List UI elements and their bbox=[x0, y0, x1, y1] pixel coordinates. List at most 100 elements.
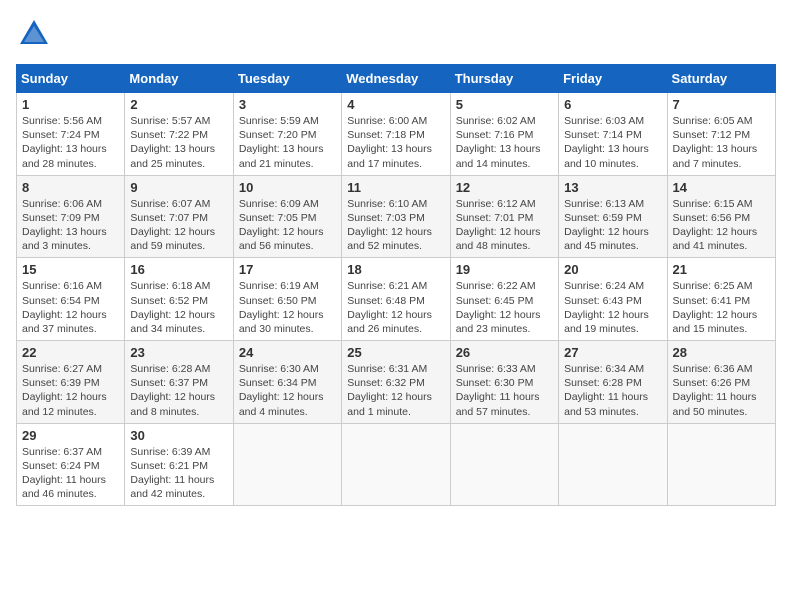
day-cell: 25 Sunrise: 6:31 AM Sunset: 6:32 PM Dayli… bbox=[342, 341, 450, 424]
day-cell: 18 Sunrise: 6:21 AM Sunset: 6:48 PM Dayli… bbox=[342, 258, 450, 341]
day-cell: 27Sunrise: 6:34 AM Sunset: 6:28 PM Dayli… bbox=[559, 341, 667, 424]
day-info: Sunrise: 6:31 AM Sunset: 6:32 PM Dayligh… bbox=[347, 362, 444, 419]
day-number: 20 bbox=[564, 262, 661, 277]
day-cell: 14Sunrise: 6:15 AM Sunset: 6:56 PM Dayli… bbox=[667, 175, 775, 258]
header-day-wednesday: Wednesday bbox=[342, 65, 450, 93]
day-cell: 2 Sunrise: 5:57 AM Sunset: 7:22 PM Daylig… bbox=[125, 93, 233, 176]
day-cell bbox=[450, 423, 558, 506]
day-cell: 21 Sunrise: 6:25 AM Sunset: 6:41 PM Dayli… bbox=[667, 258, 775, 341]
day-number: 24 bbox=[239, 345, 336, 360]
day-number: 18 bbox=[347, 262, 444, 277]
day-number: 10 bbox=[239, 180, 336, 195]
day-cell bbox=[559, 423, 667, 506]
week-row-5: 29 Sunrise: 6:37 AM Sunset: 6:24 PM Dayli… bbox=[17, 423, 776, 506]
day-number: 14 bbox=[673, 180, 770, 195]
day-number: 8 bbox=[22, 180, 119, 195]
day-cell: 15Sunrise: 6:16 AM Sunset: 6:54 PM Dayli… bbox=[17, 258, 125, 341]
day-info: Sunrise: 6:19 AM Sunset: 6:50 PM Dayligh… bbox=[239, 279, 336, 336]
day-cell: 9 Sunrise: 6:07 AM Sunset: 7:07 PM Daylig… bbox=[125, 175, 233, 258]
header-row: SundayMondayTuesdayWednesdayThursdayFrid… bbox=[17, 65, 776, 93]
day-info: Sunrise: 6:06 AM Sunset: 7:09 PM Dayligh… bbox=[22, 197, 119, 254]
day-number: 11 bbox=[347, 180, 444, 195]
day-number: 12 bbox=[456, 180, 553, 195]
day-number: 17 bbox=[239, 262, 336, 277]
day-info: Sunrise: 6:37 AM Sunset: 6:24 PM Dayligh… bbox=[22, 445, 119, 502]
day-info: Sunrise: 6:33 AM Sunset: 6:30 PM Dayligh… bbox=[456, 362, 553, 419]
logo bbox=[16, 16, 56, 52]
day-cell: 29 Sunrise: 6:37 AM Sunset: 6:24 PM Dayli… bbox=[17, 423, 125, 506]
header-day-thursday: Thursday bbox=[450, 65, 558, 93]
day-info: Sunrise: 6:10 AM Sunset: 7:03 PM Dayligh… bbox=[347, 197, 444, 254]
day-cell: 19 Sunrise: 6:22 AM Sunset: 6:45 PM Dayli… bbox=[450, 258, 558, 341]
logo-icon bbox=[16, 16, 52, 52]
day-info: Sunrise: 6:13 AM Sunset: 6:59 PM Dayligh… bbox=[564, 197, 661, 254]
day-number: 16 bbox=[130, 262, 227, 277]
day-cell: 12Sunrise: 6:12 AM Sunset: 7:01 PM Dayli… bbox=[450, 175, 558, 258]
day-number: 26 bbox=[456, 345, 553, 360]
day-cell: 22Sunrise: 6:27 AM Sunset: 6:39 PM Dayli… bbox=[17, 341, 125, 424]
day-number: 29 bbox=[22, 428, 119, 443]
day-cell: 26 Sunrise: 6:33 AM Sunset: 6:30 PM Dayli… bbox=[450, 341, 558, 424]
day-number: 30 bbox=[130, 428, 227, 443]
day-number: 27 bbox=[564, 345, 661, 360]
day-cell bbox=[667, 423, 775, 506]
day-number: 4 bbox=[347, 97, 444, 112]
day-number: 7 bbox=[673, 97, 770, 112]
day-number: 3 bbox=[239, 97, 336, 112]
day-info: Sunrise: 5:57 AM Sunset: 7:22 PM Dayligh… bbox=[130, 114, 227, 171]
day-info: Sunrise: 6:30 AM Sunset: 6:34 PM Dayligh… bbox=[239, 362, 336, 419]
day-number: 22 bbox=[22, 345, 119, 360]
header-day-tuesday: Tuesday bbox=[233, 65, 341, 93]
day-number: 25 bbox=[347, 345, 444, 360]
day-info: Sunrise: 6:02 AM Sunset: 7:16 PM Dayligh… bbox=[456, 114, 553, 171]
day-info: Sunrise: 6:07 AM Sunset: 7:07 PM Dayligh… bbox=[130, 197, 227, 254]
calendar-header: SundayMondayTuesdayWednesdayThursdayFrid… bbox=[17, 65, 776, 93]
day-cell: 17 Sunrise: 6:19 AM Sunset: 6:50 PM Dayli… bbox=[233, 258, 341, 341]
day-number: 2 bbox=[130, 97, 227, 112]
day-cell: 10 Sunrise: 6:09 AM Sunset: 7:05 PM Dayli… bbox=[233, 175, 341, 258]
page-header bbox=[16, 16, 776, 52]
day-info: Sunrise: 6:22 AM Sunset: 6:45 PM Dayligh… bbox=[456, 279, 553, 336]
day-info: Sunrise: 6:25 AM Sunset: 6:41 PM Dayligh… bbox=[673, 279, 770, 336]
day-cell: 16 Sunrise: 6:18 AM Sunset: 6:52 PM Dayli… bbox=[125, 258, 233, 341]
calendar-table: SundayMondayTuesdayWednesdayThursdayFrid… bbox=[16, 64, 776, 506]
header-day-saturday: Saturday bbox=[667, 65, 775, 93]
day-info: Sunrise: 6:21 AM Sunset: 6:48 PM Dayligh… bbox=[347, 279, 444, 336]
day-cell: 24 Sunrise: 6:30 AM Sunset: 6:34 PM Dayli… bbox=[233, 341, 341, 424]
day-info: Sunrise: 6:09 AM Sunset: 7:05 PM Dayligh… bbox=[239, 197, 336, 254]
day-cell: 3 Sunrise: 5:59 AM Sunset: 7:20 PM Daylig… bbox=[233, 93, 341, 176]
day-info: Sunrise: 6:18 AM Sunset: 6:52 PM Dayligh… bbox=[130, 279, 227, 336]
day-number: 23 bbox=[130, 345, 227, 360]
day-cell: 6Sunrise: 6:03 AM Sunset: 7:14 PM Daylig… bbox=[559, 93, 667, 176]
day-cell: 30 Sunrise: 6:39 AM Sunset: 6:21 PM Dayli… bbox=[125, 423, 233, 506]
day-number: 9 bbox=[130, 180, 227, 195]
day-info: Sunrise: 6:16 AM Sunset: 6:54 PM Dayligh… bbox=[22, 279, 119, 336]
day-cell: 8 Sunrise: 6:06 AM Sunset: 7:09 PM Daylig… bbox=[17, 175, 125, 258]
day-info: Sunrise: 6:24 AM Sunset: 6:43 PM Dayligh… bbox=[564, 279, 661, 336]
week-row-4: 22Sunrise: 6:27 AM Sunset: 6:39 PM Dayli… bbox=[17, 341, 776, 424]
day-cell: 23 Sunrise: 6:28 AM Sunset: 6:37 PM Dayli… bbox=[125, 341, 233, 424]
day-number: 5 bbox=[456, 97, 553, 112]
day-number: 6 bbox=[564, 97, 661, 112]
day-cell: 7 Sunrise: 6:05 AM Sunset: 7:12 PM Daylig… bbox=[667, 93, 775, 176]
day-number: 21 bbox=[673, 262, 770, 277]
week-row-1: 1Sunrise: 5:56 AM Sunset: 7:24 PM Daylig… bbox=[17, 93, 776, 176]
day-info: Sunrise: 6:05 AM Sunset: 7:12 PM Dayligh… bbox=[673, 114, 770, 171]
week-row-3: 15Sunrise: 6:16 AM Sunset: 6:54 PM Dayli… bbox=[17, 258, 776, 341]
day-cell: 5 Sunrise: 6:02 AM Sunset: 7:16 PM Daylig… bbox=[450, 93, 558, 176]
day-info: Sunrise: 5:59 AM Sunset: 7:20 PM Dayligh… bbox=[239, 114, 336, 171]
header-day-sunday: Sunday bbox=[17, 65, 125, 93]
day-cell bbox=[233, 423, 341, 506]
day-info: Sunrise: 6:00 AM Sunset: 7:18 PM Dayligh… bbox=[347, 114, 444, 171]
week-row-2: 8 Sunrise: 6:06 AM Sunset: 7:09 PM Daylig… bbox=[17, 175, 776, 258]
day-number: 19 bbox=[456, 262, 553, 277]
day-cell: 13 Sunrise: 6:13 AM Sunset: 6:59 PM Dayli… bbox=[559, 175, 667, 258]
day-info: Sunrise: 5:56 AM Sunset: 7:24 PM Dayligh… bbox=[22, 114, 119, 171]
day-cell: 4 Sunrise: 6:00 AM Sunset: 7:18 PM Daylig… bbox=[342, 93, 450, 176]
day-info: Sunrise: 6:39 AM Sunset: 6:21 PM Dayligh… bbox=[130, 445, 227, 502]
day-info: Sunrise: 6:28 AM Sunset: 6:37 PM Dayligh… bbox=[130, 362, 227, 419]
day-number: 28 bbox=[673, 345, 770, 360]
day-cell bbox=[342, 423, 450, 506]
day-number: 13 bbox=[564, 180, 661, 195]
day-cell: 20 Sunrise: 6:24 AM Sunset: 6:43 PM Dayli… bbox=[559, 258, 667, 341]
